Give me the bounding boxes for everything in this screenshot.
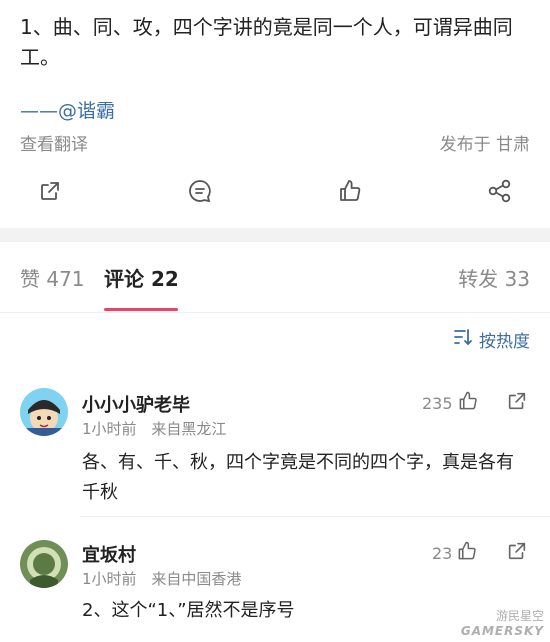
thumbs-up-icon[interactable] xyxy=(337,178,363,204)
comment-meta: 1小时前 来自黑龙江 xyxy=(82,418,226,439)
share-external-icon[interactable] xyxy=(506,540,528,562)
sort-by-hot-button[interactable]: 按热度 xyxy=(453,327,530,352)
share-external-icon[interactable] xyxy=(37,178,63,204)
comment-like-count: 23 xyxy=(432,543,453,563)
sort-label: 按热度 xyxy=(479,332,530,352)
comment-author[interactable]: 小小小驴老毕 xyxy=(82,391,190,417)
comment-author[interactable]: 宜坂村 xyxy=(82,541,136,567)
translate-link[interactable]: 查看翻译 xyxy=(20,130,88,155)
thumbs-up-icon xyxy=(456,540,478,566)
comment-text: 2、这个“1、”居然不是序号 xyxy=(82,600,295,621)
comment-source: 来自黑龙江 xyxy=(151,420,227,438)
post-signature-link[interactable]: ——@谐霸 xyxy=(20,96,115,123)
comment-meta: 1小时前 来自中国香港 xyxy=(82,568,241,589)
section-separator xyxy=(0,228,550,242)
tab-comments[interactable]: 评论 22 xyxy=(104,263,179,292)
tab-likes[interactable]: 赞 471 xyxy=(20,263,85,292)
tab-reposts[interactable]: 转发 33 xyxy=(458,263,530,292)
comment-icon[interactable] xyxy=(187,178,213,204)
comment-time: 1小时前 xyxy=(82,570,137,588)
comment-like-count: 235 xyxy=(422,393,453,413)
watermark-logo: 游民星空 GAMERSKY xyxy=(461,607,544,638)
thumbs-up-icon xyxy=(457,390,479,416)
comment-divider xyxy=(80,516,550,517)
avatar[interactable] xyxy=(20,388,68,436)
sort-icon xyxy=(453,328,473,351)
post-location: 发布于 甘肃 xyxy=(439,135,530,155)
post-text: 1、曲、同、攻，四个字讲的竟是同一个人，可谓异曲同工。 xyxy=(20,15,513,69)
avatar[interactable] xyxy=(20,540,68,588)
comment-text: 各、有、千、秋，四个字竟是不同的四个字，真是各有千秋 xyxy=(82,452,514,503)
comment-like-button[interactable]: 23 xyxy=(432,540,478,566)
comment-source: 来自中国香港 xyxy=(151,570,242,588)
active-tab-indicator xyxy=(104,308,178,311)
tabs-divider xyxy=(0,312,550,313)
comment-time: 1小时前 xyxy=(82,420,137,438)
comment-like-button[interactable]: 235 xyxy=(422,390,479,416)
watermark-line1: 游民星空 xyxy=(495,609,544,623)
share-nodes-icon[interactable] xyxy=(487,178,513,204)
share-external-icon[interactable] xyxy=(506,390,528,412)
watermark-line2: GAMERSKY xyxy=(460,624,544,638)
